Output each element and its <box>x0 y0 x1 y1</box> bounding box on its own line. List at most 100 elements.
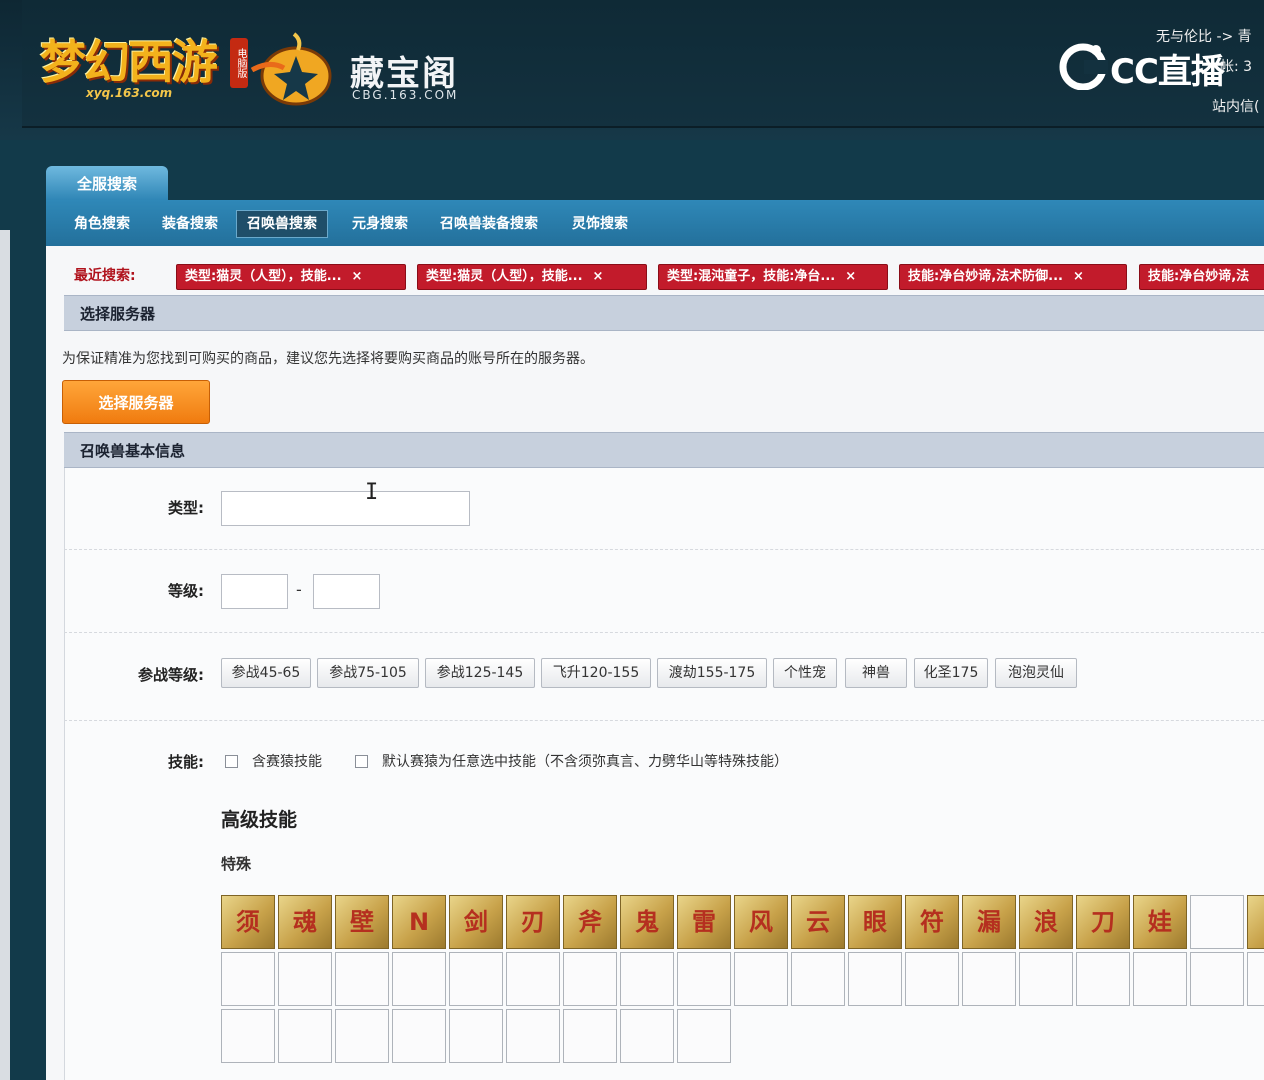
recent-search-chip[interactable]: 类型:猫灵（人型），技能... × <box>176 264 406 290</box>
default-saiyuan-label: 默认赛猿为任意选中技能（不含须弥真言、力劈华山等特殊技能） <box>382 754 788 770</box>
skill-icon[interactable]: 云 <box>791 895 845 949</box>
skill-slot-empty <box>791 952 845 1006</box>
skill-slot-empty <box>221 1009 275 1063</box>
skill-icon[interactable]: 风 <box>734 895 788 949</box>
skill-icon[interactable]: 魂 <box>278 895 332 949</box>
battle-level-button[interactable]: 化圣175 <box>914 658 988 688</box>
skill-icon[interactable]: 须 <box>221 895 275 949</box>
skill-slot-empty <box>1190 952 1244 1006</box>
skill-slot-empty <box>677 952 731 1006</box>
chip-text: 技能:净台妙谛,法术防御... <box>908 269 1063 284</box>
battle-level-button[interactable]: 泡泡灵仙 <box>995 658 1077 688</box>
skill-icon[interactable] <box>1247 895 1264 949</box>
row-divider <box>64 632 1264 633</box>
skill-slot-empty <box>1190 895 1244 949</box>
skill-icon[interactable]: 娃 <box>1133 895 1187 949</box>
level-min-input[interactable] <box>221 574 288 609</box>
subnav-role-search[interactable]: 角色搜索 <box>64 211 140 237</box>
skill-icon[interactable]: 刀 <box>1076 895 1130 949</box>
skill-slot-empty <box>962 952 1016 1006</box>
pet-info-section-header: 召唤兽基本信息 <box>64 432 1264 468</box>
skill-slot-empty <box>620 952 674 1006</box>
skill-slot-empty <box>335 1009 389 1063</box>
chip-text: 类型:猫灵（人型），技能... <box>185 269 342 284</box>
recent-search-chip[interactable]: 技能:净台妙谛,法 <box>1139 264 1264 290</box>
cbg-emblem-icon <box>250 32 332 106</box>
battle-level-button[interactable]: 神兽 <box>845 658 907 688</box>
subnav-pet-equip-search[interactable]: 召唤兽装备搜索 <box>430 211 548 237</box>
tab-all-server-search[interactable]: 全服搜索 <box>46 166 168 200</box>
select-server-button[interactable]: 选择服务器 <box>62 380 210 424</box>
level-label: 等级: <box>168 582 204 600</box>
skill-icon[interactable]: 符 <box>905 895 959 949</box>
skill-slot-empty <box>1133 952 1187 1006</box>
skill-slot-empty <box>1076 952 1130 1006</box>
cc-live-logo: CC直播 <box>1058 40 1228 94</box>
subnav-pet-search[interactable]: 召唤兽搜索 <box>236 210 328 238</box>
close-icon[interactable]: × <box>352 269 363 284</box>
left-edge-strip <box>0 230 10 1080</box>
game-logo[interactable]: 梦幻西游 电脑版 xyq.163.com <box>40 26 250 106</box>
cbg-subtitle: CBG.163.COM <box>352 88 459 102</box>
skill-icon[interactable]: 壁 <box>335 895 389 949</box>
battle-level-button[interactable]: 参战45-65 <box>221 658 311 688</box>
skill-slot-empty <box>1247 952 1264 1006</box>
skill-slot-empty <box>278 1009 332 1063</box>
text-cursor-icon: I <box>365 480 379 505</box>
skill-slot-empty <box>392 952 446 1006</box>
close-icon[interactable]: × <box>1073 269 1084 284</box>
chip-text: 类型:猫灵（人型），技能... <box>426 269 583 284</box>
advanced-skills-title: 高级技能 <box>221 809 298 831</box>
include-saiyuan-checkbox[interactable] <box>225 755 238 768</box>
battle-level-button[interactable]: 个性宠 <box>773 658 837 688</box>
close-icon[interactable]: × <box>845 269 856 284</box>
user-name-link[interactable]: 无与伦比 -> 青 <box>1156 26 1252 46</box>
skill-slot-empty <box>563 1009 617 1063</box>
recent-search-chip[interactable]: 类型:混沌童子，技能:净台... × <box>658 264 888 290</box>
battle-level-button[interactable]: 飞升120-155 <box>541 658 651 688</box>
subnav-body-search[interactable]: 元身搜索 <box>342 211 418 237</box>
battle-level-button[interactable]: 参战125-145 <box>425 658 535 688</box>
battle-level-button[interactable]: 渡劫155-175 <box>657 658 767 688</box>
level-max-input[interactable] <box>313 574 380 609</box>
skill-icon[interactable]: 剑 <box>449 895 503 949</box>
subnav-equip-search[interactable]: 装备搜索 <box>152 211 228 237</box>
skill-icon[interactable]: 鬼 <box>620 895 674 949</box>
skill-icon[interactable]: 漏 <box>962 895 1016 949</box>
skill-slot-empty <box>506 1009 560 1063</box>
battle-level-button[interactable]: 参战75-105 <box>317 658 419 688</box>
site-message-link[interactable]: 站内信( <box>1212 96 1259 116</box>
skill-slot-empty <box>905 952 959 1006</box>
skill-icon[interactable]: 浪 <box>1019 895 1073 949</box>
search-subnav: 角色搜索 装备搜索 召唤兽搜索 元身搜索 召唤兽装备搜索 灵饰搜索 <box>46 200 1264 246</box>
skill-icon[interactable]: 雷 <box>677 895 731 949</box>
skill-slot-empty <box>449 952 503 1006</box>
row-divider <box>64 720 1264 721</box>
cc-swirl-icon <box>1059 43 1108 91</box>
recent-search-chip[interactable]: 技能:净台妙谛,法术防御... × <box>899 264 1127 290</box>
skill-slot-empty <box>335 952 389 1006</box>
skill-slot-empty <box>392 1009 446 1063</box>
skill-icon[interactable]: 斧 <box>563 895 617 949</box>
skill-slot-empty <box>278 952 332 1006</box>
skill-icon-grid: 须 魂 壁 N 剑 刃 斧 鬼 雷 风 云 眼 符 漏 浪 刀 娃 <box>221 895 1264 1065</box>
type-input[interactable] <box>221 491 470 526</box>
skill-icon[interactable]: 眼 <box>848 895 902 949</box>
skill-slot-empty <box>848 952 902 1006</box>
pet-info-title: 召唤兽基本信息 <box>80 442 186 460</box>
include-saiyuan-label: 含赛猿技能 <box>252 754 322 770</box>
site-header: 梦幻西游 电脑版 xyq.163.com 藏宝阁 CBG.163.COM CC直… <box>22 0 1264 128</box>
recent-search-chip[interactable]: 类型:猫灵（人型），技能... × <box>417 264 647 290</box>
skill-icon[interactable]: N <box>392 895 446 949</box>
close-icon[interactable]: × <box>593 269 604 284</box>
recent-search-label: 最近搜索: <box>74 268 136 284</box>
skill-slot-empty <box>506 952 560 1006</box>
subnav-accessory-search[interactable]: 灵饰搜索 <box>562 211 638 237</box>
default-saiyuan-checkbox[interactable] <box>355 755 368 768</box>
skill-slot-empty <box>734 952 788 1006</box>
skill-icon[interactable]: 刃 <box>506 895 560 949</box>
skill-slot-empty <box>563 952 617 1006</box>
type-label: 类型: <box>168 499 204 517</box>
row-divider <box>64 549 1264 550</box>
user-balance: 帐: 3 <box>1220 59 1253 75</box>
